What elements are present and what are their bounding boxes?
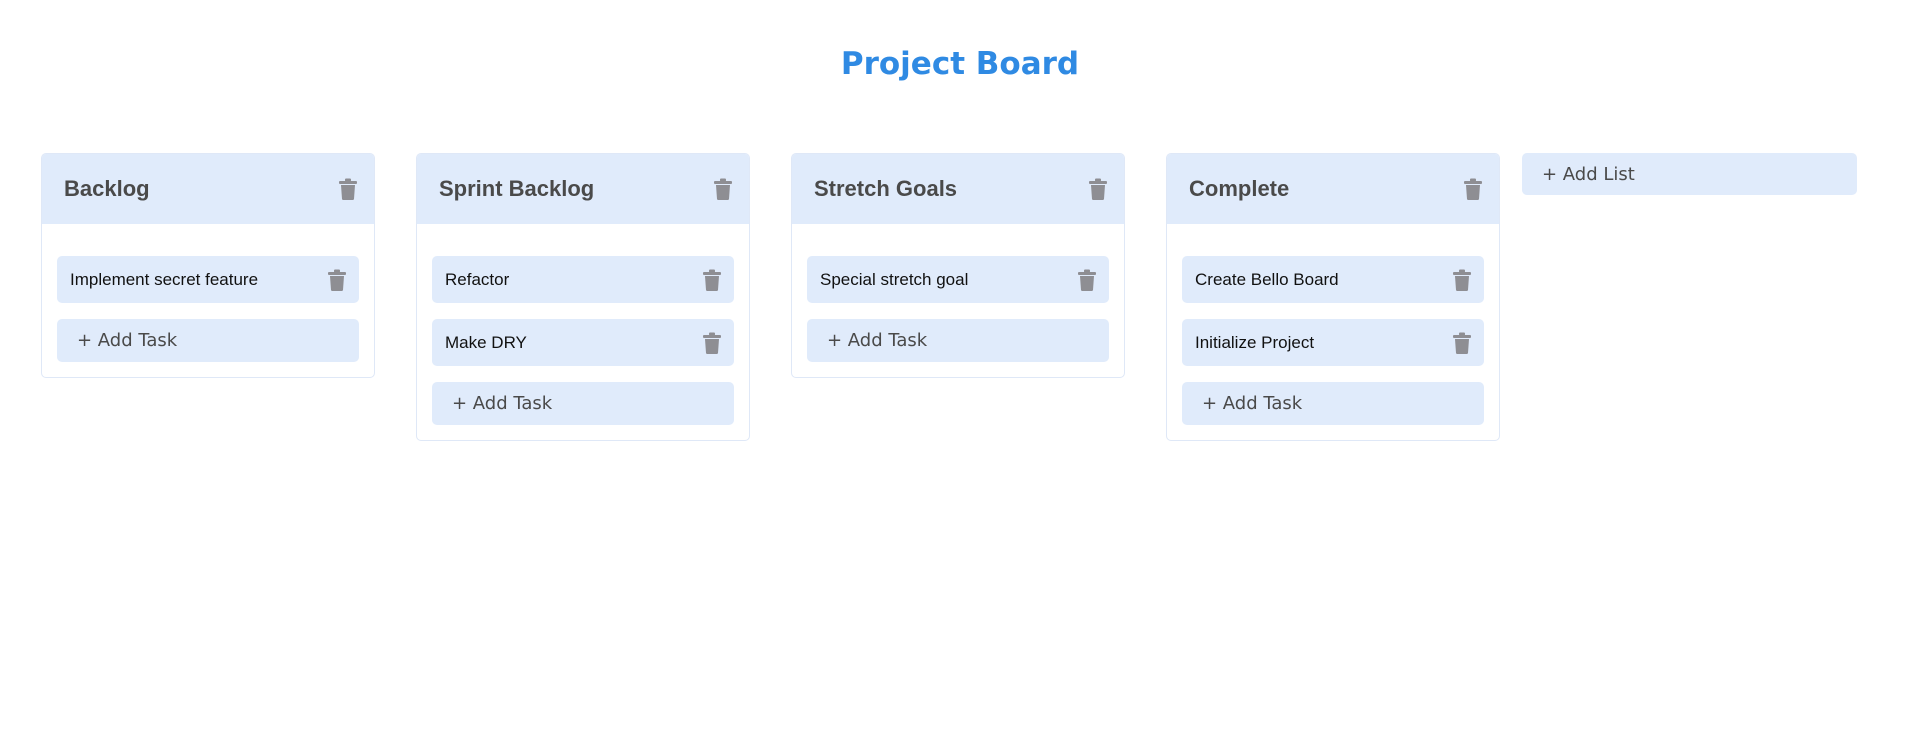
add-task-button[interactable]: + Add Task [432,382,734,425]
list-complete: Complete Create Bello Board Initialize P… [1166,153,1500,441]
delete-task-trash-icon[interactable] [1073,266,1101,294]
delete-task-trash-icon[interactable] [698,266,726,294]
task-card[interactable]: Initialize Project [1182,319,1484,366]
list-title: Stretch Goals [814,176,958,201]
board: Backlog Implement secret feature + Add T… [41,153,1541,441]
list-header: Backlog [42,154,374,224]
list-body: Special stretch goal + Add Task [792,224,1124,377]
task-card[interactable]: Implement secret feature [57,256,359,303]
delete-task-trash-icon[interactable] [323,266,351,294]
list-body: Create Bello Board Initialize Project + … [1167,224,1499,440]
add-task-button[interactable]: + Add Task [1182,382,1484,425]
delete-task-trash-icon[interactable] [698,329,726,357]
delete-list-trash-icon[interactable] [709,175,737,203]
add-task-button[interactable]: + Add Task [807,319,1109,362]
task-text: Refactor [445,269,510,289]
task-card[interactable]: Create Bello Board [1182,256,1484,303]
list-header: Complete [1167,154,1499,224]
list-sprint-backlog: Sprint Backlog Refactor Make DRY + Add T… [416,153,750,441]
delete-task-trash-icon[interactable] [1448,266,1476,294]
list-body: Refactor Make DRY + Add Task [417,224,749,440]
delete-list-trash-icon[interactable] [334,175,362,203]
list-header: Stretch Goals [792,154,1124,224]
list-title: Complete [1189,176,1290,201]
add-list-button[interactable]: + Add List [1522,153,1857,195]
delete-list-trash-icon[interactable] [1084,175,1112,203]
task-card[interactable]: Special stretch goal [807,256,1109,303]
list-backlog: Backlog Implement secret feature + Add T… [41,153,375,378]
add-task-button[interactable]: + Add Task [57,319,359,362]
task-text: Special stretch goal [820,269,969,289]
list-title: Backlog [64,176,150,201]
delete-list-trash-icon[interactable] [1459,175,1487,203]
task-text: Initialize Project [1195,332,1315,352]
list-body: Implement secret feature + Add Task [42,224,374,377]
list-header: Sprint Backlog [417,154,749,224]
task-text: Implement secret feature [70,269,259,289]
task-text: Create Bello Board [1195,269,1339,289]
list-title: Sprint Backlog [439,176,595,201]
task-card[interactable]: Make DRY [432,319,734,366]
task-text: Make DRY [445,332,527,352]
task-card[interactable]: Refactor [432,256,734,303]
page-title: Project Board [840,46,1080,82]
delete-task-trash-icon[interactable] [1448,329,1476,357]
list-stretch-goals: Stretch Goals Special stretch goal + Add… [791,153,1125,378]
